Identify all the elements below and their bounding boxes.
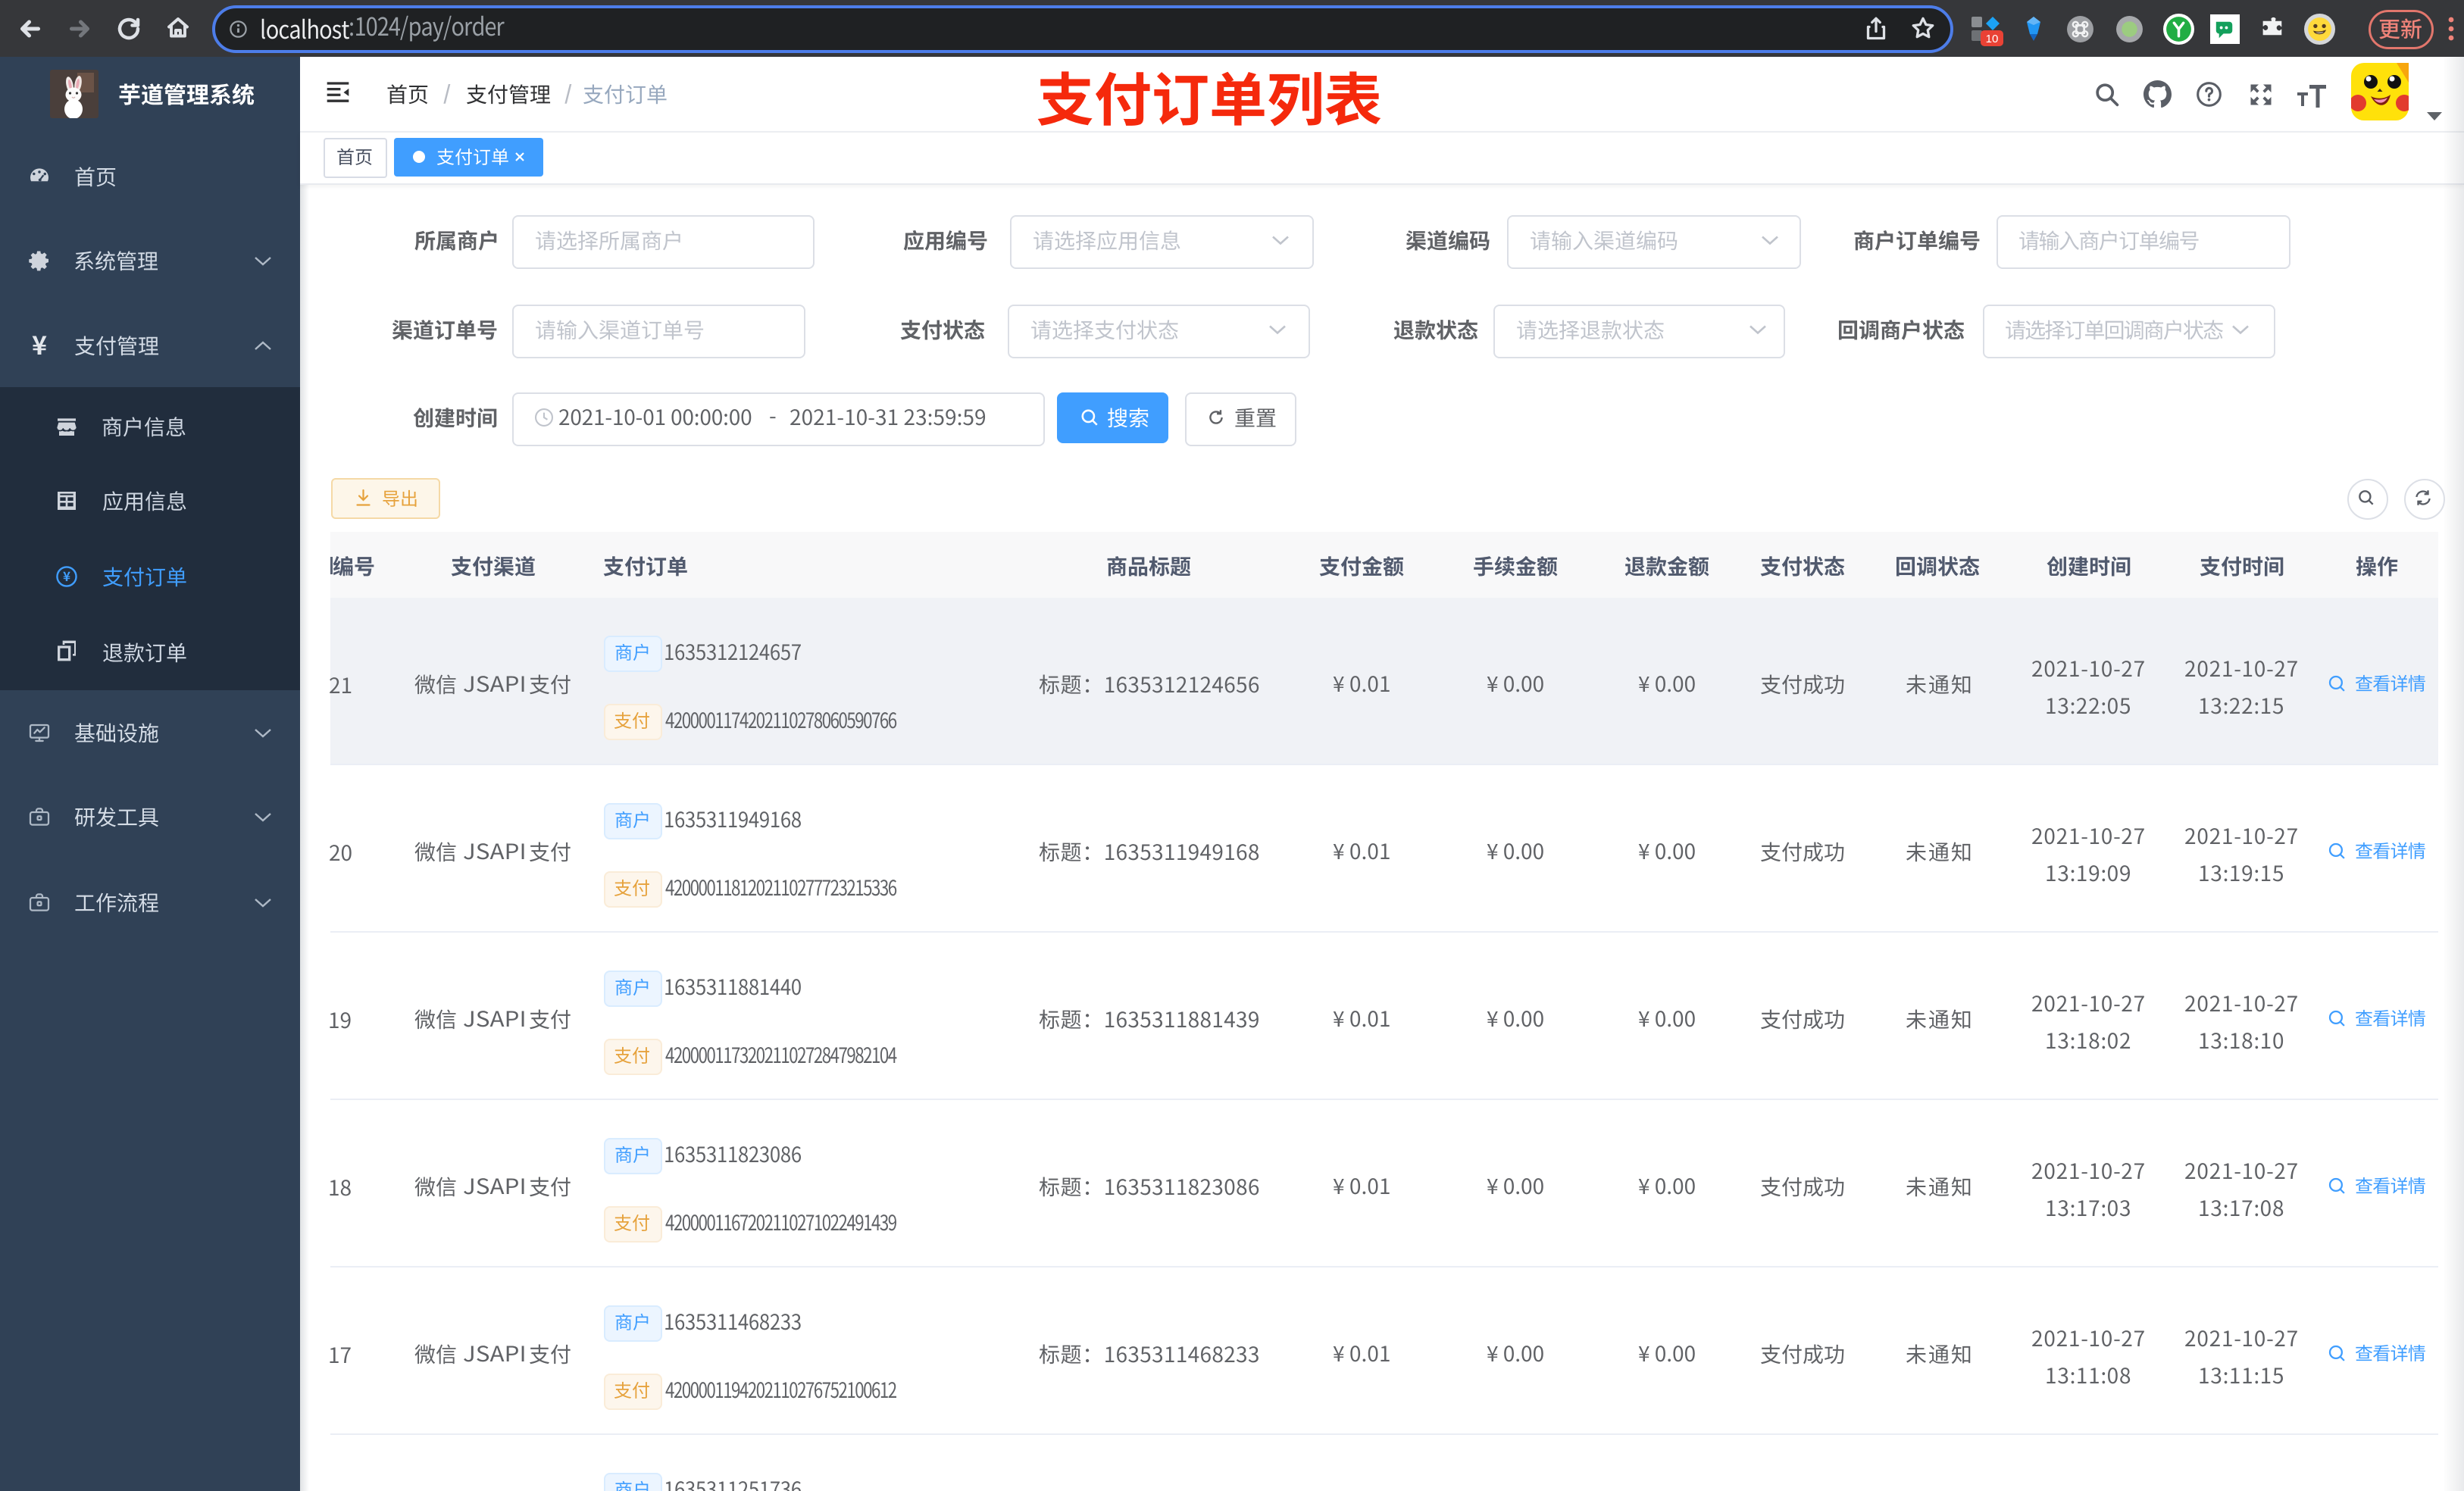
- svg-text:10: 10: [1986, 33, 1999, 45]
